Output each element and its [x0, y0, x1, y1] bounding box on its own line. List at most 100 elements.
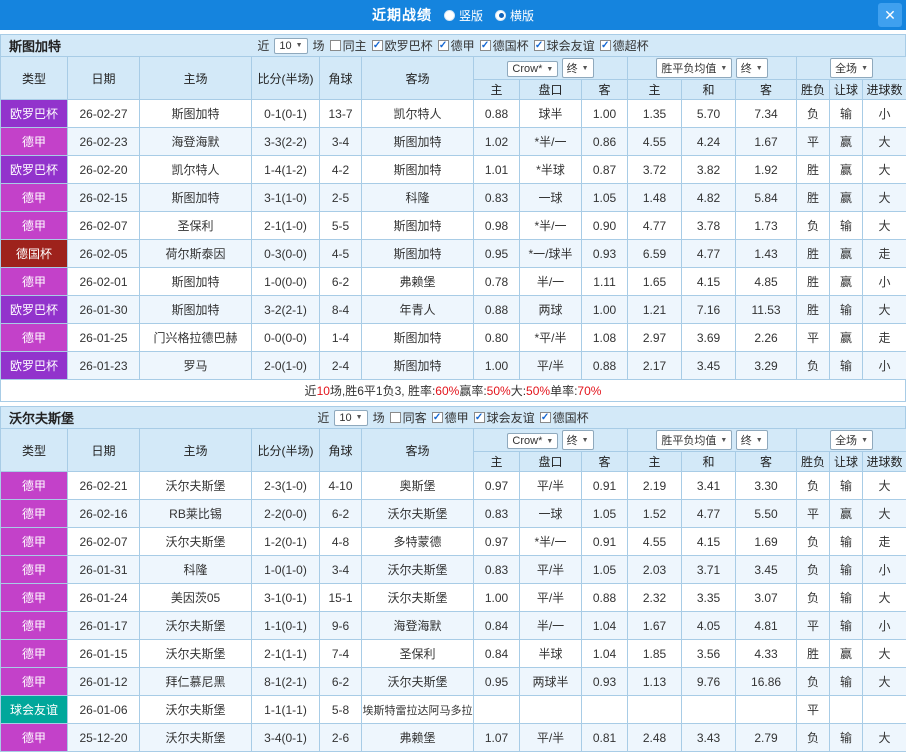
odds-source-select[interactable]: Crow* ▼ — [507, 61, 559, 77]
scope-select[interactable]: 全场 ▼ — [830, 58, 873, 78]
match-count-select[interactable]: 10 ▼ — [274, 37, 308, 54]
corners: 7-4 — [319, 639, 362, 668]
avg-draw: 4.24 — [681, 127, 737, 156]
filter-checkbox-label: 德甲 — [444, 411, 469, 425]
odds-away: 1.00 — [580, 295, 629, 324]
league-badge: 德甲 — [0, 471, 68, 500]
wdl-avg-select[interactable]: 胜平负均值 ▼ — [656, 58, 733, 78]
avg-draw: 3.35 — [681, 583, 737, 612]
away-team: 斯图加特 — [361, 211, 474, 240]
odds-home: 1.00 — [473, 583, 520, 612]
avg-lose — [735, 695, 798, 724]
scope-controls: 全场 ▼ — [796, 56, 906, 80]
avg-win: 1.21 — [627, 295, 683, 324]
avg-lose: 4.85 — [735, 267, 798, 296]
filter-checkbox[interactable]: ✓ 球会友谊 — [473, 409, 535, 426]
checkbox-checked-icon[interactable]: ✓ — [431, 412, 443, 423]
league-badge: 欧罗巴杯 — [0, 351, 68, 380]
result-goals: 大 — [862, 183, 906, 212]
odds-away: 1.05 — [580, 555, 629, 584]
result-handicap: 输 — [829, 667, 864, 696]
radio-icon[interactable] — [495, 9, 506, 21]
odds-source-select[interactable]: Crow* ▼ — [507, 433, 559, 449]
league-badge: 德甲 — [0, 183, 68, 212]
home-team: 科隆 — [139, 555, 252, 584]
avg-lose: 1.67 — [735, 127, 798, 156]
avg-lose: 2.79 — [735, 723, 798, 752]
corners: 3-4 — [319, 555, 362, 584]
away-team: 斯图加特 — [361, 323, 474, 352]
result-goals: 走 — [862, 239, 906, 268]
col-odds-home: 主 — [473, 79, 520, 100]
result-goals: 大 — [862, 211, 906, 240]
chevron-down-icon: ▼ — [355, 414, 363, 421]
filter-checkbox[interactable]: 同主 — [329, 37, 367, 54]
home-team: 拜仁慕尼黑 — [139, 667, 252, 696]
final-odds-select[interactable]: 终 ▼ — [561, 430, 594, 450]
corners: 2-4 — [319, 351, 362, 380]
score: 3-3(2-2) — [251, 127, 320, 156]
corners: 15-1 — [319, 583, 362, 612]
checkbox-checked-icon[interactable]: ✓ — [533, 40, 545, 51]
col-result: 胜负 — [796, 451, 831, 472]
final-avg-select[interactable]: 终 ▼ — [735, 430, 768, 450]
odds-home: 0.95 — [473, 239, 520, 268]
score: 1-2(0-1) — [251, 527, 320, 556]
handicap: 球半 — [519, 99, 582, 128]
score: 2-3(1-0) — [251, 471, 320, 500]
filter-checkbox[interactable]: ✓ 德甲 — [431, 409, 469, 426]
checkbox-checked-icon[interactable]: ✓ — [539, 412, 551, 423]
summary-segment: 单率: — [550, 384, 578, 398]
filter-checkbox[interactable]: ✓ 欧罗巴杯 — [371, 37, 433, 54]
match-row: 德甲 26-01-12 拜仁慕尼黑 8-1(2-1) 6-2 沃尔夫斯堡 0.95 两球半 0.… — [0, 667, 906, 696]
checkbox-checked-icon[interactable]: ✓ — [371, 40, 383, 51]
final-avg-select[interactable]: 终 ▼ — [735, 58, 768, 78]
avg-win: 2.97 — [627, 323, 683, 352]
odds-home: 0.83 — [473, 499, 520, 528]
chevron-down-icon: ▼ — [755, 436, 763, 444]
avg-lose: 1.69 — [735, 527, 798, 556]
filter-checkbox[interactable]: 同客 — [389, 409, 427, 426]
filter-checkbox[interactable]: ✓ 德国杯 — [539, 409, 589, 426]
avg-draw: 3.56 — [681, 639, 737, 668]
match-row: 德甲 26-02-07 沃尔夫斯堡 1-2(0-1) 4-8 多特蒙德 0.97 *半/一 0.… — [0, 527, 906, 556]
away-team: 海登海默 — [361, 611, 474, 640]
odds-home: 0.84 — [473, 611, 520, 640]
filter-checkbox[interactable]: ✓ 德超杯 — [599, 37, 649, 54]
layout-radio-horizontal[interactable]: 横版 — [495, 7, 534, 24]
avg-draw: 3.82 — [681, 155, 737, 184]
league-badge: 欧罗巴杯 — [0, 295, 68, 324]
titlebar: 近期战绩 竖版 横版 ✕ — [0, 0, 906, 30]
filter-checkbox[interactable]: ✓ 德甲 — [437, 37, 475, 54]
col-type: 类型 — [0, 56, 68, 100]
score: 3-1(0-1) — [251, 583, 320, 612]
col-type: 类型 — [0, 428, 68, 472]
match-count-select[interactable]: 10 ▼ — [334, 409, 368, 426]
checkbox-checked-icon[interactable]: ✓ — [599, 40, 611, 51]
filter-checkbox[interactable]: ✓ 德国杯 — [479, 37, 529, 54]
final-odds-select[interactable]: 终 ▼ — [561, 58, 594, 78]
filter-checkbox[interactable]: ✓ 球会友谊 — [533, 37, 595, 54]
avg-win: 1.52 — [627, 499, 683, 528]
checkbox-unchecked-icon[interactable] — [389, 412, 401, 423]
layout-radio-vertical[interactable]: 竖版 — [443, 7, 483, 24]
avg-draw: 3.71 — [681, 555, 737, 584]
scope-select[interactable]: 全场 ▼ — [830, 430, 873, 450]
odds-home: 0.88 — [473, 99, 520, 128]
match-date: 26-02-23 — [67, 127, 140, 156]
handicap: 一球 — [519, 499, 582, 528]
checkbox-checked-icon[interactable]: ✓ — [479, 40, 491, 51]
checkbox-checked-icon[interactable]: ✓ — [473, 412, 485, 423]
result-handicap: 输 — [829, 99, 864, 128]
avg-win: 4.55 — [627, 527, 683, 556]
odds-away: 0.90 — [580, 211, 629, 240]
checkbox-unchecked-icon[interactable] — [329, 40, 341, 51]
close-button[interactable]: ✕ — [878, 3, 902, 27]
checkbox-checked-icon[interactable]: ✓ — [437, 40, 449, 51]
handicap: *半球 — [519, 155, 582, 184]
result-goals: 大 — [862, 499, 906, 528]
radio-icon[interactable] — [443, 9, 455, 21]
odds-away: 1.08 — [580, 323, 629, 352]
avg-lose: 7.34 — [735, 99, 798, 128]
wdl-avg-select[interactable]: 胜平负均值 ▼ — [656, 430, 733, 450]
